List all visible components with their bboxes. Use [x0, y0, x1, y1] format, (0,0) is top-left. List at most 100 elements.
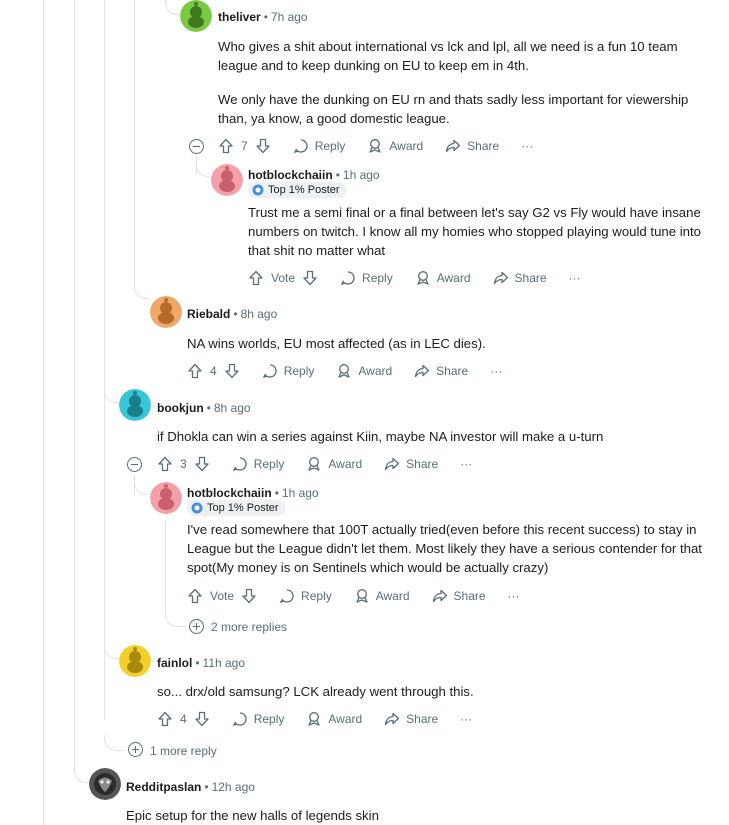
reply-button[interactable]: Reply: [279, 588, 332, 604]
share-button[interactable]: Share: [414, 363, 468, 379]
award-icon: [308, 457, 321, 471]
award-button[interactable]: Award: [354, 588, 410, 604]
downvote-icon[interactable]: [224, 363, 240, 379]
award-button[interactable]: Award: [367, 138, 423, 154]
award-icon: [369, 139, 382, 153]
avatar[interactable]: [89, 768, 121, 800]
more-replies-link[interactable]: 2 more replies: [211, 620, 287, 634]
author-name[interactable]: fainlol: [157, 656, 192, 670]
comment-header: theliver • 7h ago: [218, 8, 308, 26]
comment-header: Redditpaslan • 12h ago: [126, 778, 255, 796]
award-button[interactable]: Award: [336, 363, 392, 379]
share-icon: [432, 589, 447, 603]
comment-actions: 3 Reply Award Share ···: [157, 452, 494, 476]
vote-widget: 4: [157, 711, 210, 727]
more-options-icon: ···: [568, 271, 581, 285]
author-name[interactable]: Riebald: [187, 307, 230, 321]
timestamp[interactable]: 7h ago: [271, 10, 308, 24]
award-icon: [417, 271, 429, 285]
upvote-icon[interactable]: [218, 138, 234, 154]
comment-body: so... drx/old samsung? LCK already went …: [157, 682, 707, 701]
share-icon: [493, 271, 508, 285]
downvote-icon[interactable]: [302, 270, 318, 286]
upvote-icon[interactable]: [248, 270, 264, 286]
reply-button[interactable]: Reply: [340, 270, 393, 286]
more-options-icon: ···: [521, 139, 534, 153]
share-button[interactable]: Share: [384, 456, 438, 472]
timestamp[interactable]: 8h ago: [241, 307, 278, 321]
award-icon: [356, 589, 368, 603]
reply-button[interactable]: Reply: [262, 363, 314, 379]
timestamp[interactable]: 1h ago: [282, 486, 319, 500]
more-options-button[interactable]: ···: [508, 589, 520, 603]
author-name[interactable]: theliver: [218, 10, 261, 24]
downvote-icon[interactable]: [194, 456, 210, 472]
vote-count: Vote: [210, 589, 235, 603]
flair-icon: [191, 502, 203, 514]
share-label: Share: [514, 271, 547, 285]
share-button[interactable]: Share: [493, 270, 547, 286]
upvote-icon[interactable]: [157, 456, 173, 472]
share-button[interactable]: Share: [432, 588, 486, 604]
upvote-icon[interactable]: [157, 711, 173, 727]
award-label: Award: [375, 589, 410, 603]
comment-paragraph: so... drx/old samsung? LCK already went …: [157, 684, 474, 699]
thread-connector: [165, 0, 180, 15]
avatar[interactable]: [119, 389, 151, 421]
author-name[interactable]: hotblockchaiin: [248, 168, 333, 182]
award-icon: [338, 364, 351, 378]
downvote-icon[interactable]: [194, 711, 210, 727]
share-button[interactable]: Share: [445, 138, 499, 154]
reply-icon: [279, 589, 294, 604]
author-name[interactable]: bookjun: [157, 401, 204, 415]
expand-replies-icon[interactable]: [189, 619, 204, 634]
avatar[interactable]: [211, 164, 243, 196]
timestamp[interactable]: 8h ago: [214, 401, 251, 415]
vote-widget: 7: [218, 138, 271, 154]
more-replies-link[interactable]: 1 more reply: [150, 744, 217, 758]
collapse-thread-button[interactable]: [189, 139, 204, 154]
user-flair: Top 1% Poster: [187, 500, 286, 516]
avatar[interactable]: [150, 296, 182, 328]
more-options-button[interactable]: ···: [521, 139, 533, 153]
avatar[interactable]: [150, 482, 182, 514]
award-button[interactable]: Award: [306, 711, 362, 727]
expand-replies-icon[interactable]: [128, 742, 143, 757]
award-button[interactable]: Award: [415, 270, 471, 286]
thread-connector: [104, 640, 119, 659]
downvote-icon[interactable]: [255, 138, 271, 154]
more-options-icon: ···: [460, 712, 473, 726]
reply-icon: [293, 139, 308, 154]
reply-button[interactable]: Reply: [293, 138, 345, 154]
comment-actions: Vote Reply Award Share ···: [248, 266, 603, 290]
reply-button[interactable]: Reply: [232, 456, 284, 472]
comment-body: I've read somewhere that 100T actually t…: [187, 520, 717, 577]
timestamp[interactable]: 11h ago: [203, 656, 246, 670]
comment-actions: 4 Reply Award Share ···: [187, 359, 524, 383]
award-button[interactable]: Award: [306, 456, 362, 472]
more-options-button[interactable]: ···: [569, 271, 581, 285]
thread-connector: [134, 280, 149, 299]
upvote-icon[interactable]: [187, 588, 203, 604]
avatar[interactable]: [180, 0, 212, 32]
more-options-button[interactable]: ···: [490, 364, 502, 378]
reply-label: Reply: [362, 271, 393, 285]
author-name[interactable]: Redditpaslan: [126, 780, 201, 794]
more-options-button[interactable]: ···: [460, 457, 472, 471]
timestamp[interactable]: 1h ago: [343, 168, 380, 182]
award-label: Award: [436, 271, 471, 285]
comment-paragraph: if Dhokla can win a series against Kiin,…: [157, 429, 604, 444]
more-options-button[interactable]: ···: [460, 712, 472, 726]
share-button[interactable]: Share: [384, 711, 438, 727]
downvote-icon[interactable]: [241, 588, 257, 604]
reply-button[interactable]: Reply: [232, 711, 284, 727]
avatar[interactable]: [119, 645, 151, 677]
comment-header: bookjun • 8h ago: [157, 399, 251, 417]
thread-connector: [196, 160, 211, 177]
award-label: Award: [389, 139, 424, 153]
reply-icon: [232, 457, 247, 472]
collapse-thread-button[interactable]: [127, 457, 142, 472]
author-name[interactable]: hotblockchaiin: [187, 486, 272, 500]
upvote-icon[interactable]: [187, 363, 203, 379]
timestamp[interactable]: 12h ago: [212, 780, 255, 794]
